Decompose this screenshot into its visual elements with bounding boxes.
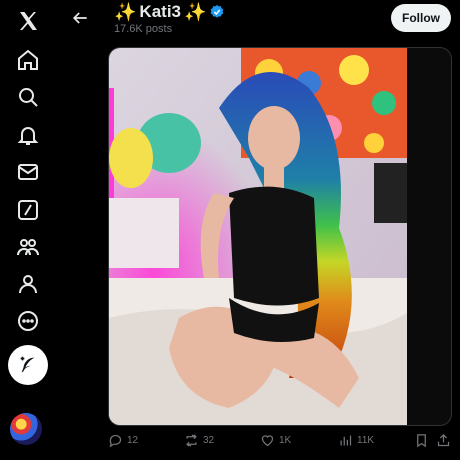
more-icon[interactable]	[8, 301, 48, 341]
reply-button[interactable]: 12	[108, 428, 138, 452]
x-logo-icon[interactable]	[8, 1, 48, 41]
verified-badge-icon	[211, 5, 224, 18]
like-count: 1K	[279, 434, 292, 446]
bookmark-icon	[417, 433, 426, 447]
share-button[interactable]	[436, 428, 451, 452]
views-button[interactable]: 11K	[338, 428, 374, 452]
post-actions: 12 32 1K 11K	[108, 428, 452, 452]
profile-icon[interactable]	[8, 264, 48, 304]
compose-post-icon	[20, 356, 35, 373]
repost-icon	[186, 433, 197, 447]
arrow-left-icon	[72, 12, 87, 24]
sparkle-emoji: ✨	[184, 2, 207, 22]
share-icon	[437, 433, 450, 446]
view-count: 11K	[357, 434, 375, 446]
page-title: Kati3	[139, 2, 181, 21]
like-button[interactable]: 1K	[260, 428, 291, 452]
search-icon[interactable]	[8, 77, 48, 117]
communities-icon[interactable]	[8, 227, 48, 267]
heart-icon	[261, 434, 274, 446]
follow-button[interactable]: Follow	[391, 4, 451, 32]
avatar[interactable]	[10, 413, 42, 445]
media-card[interactable]	[108, 47, 452, 426]
profile-title: ✨ Kati3 ✨	[114, 1, 225, 23]
compose-post-button[interactable]	[8, 345, 48, 385]
side-nav	[0, 0, 56, 460]
repost-button[interactable]: 32	[184, 428, 214, 452]
repost-count: 32	[203, 434, 215, 446]
sparkle-emoji: ✨	[114, 2, 137, 22]
home-icon[interactable]	[8, 40, 48, 80]
grok-icon[interactable]	[8, 190, 48, 230]
bookmark-button[interactable]	[414, 428, 429, 452]
back-button[interactable]	[68, 6, 92, 30]
views-icon	[340, 435, 352, 445]
post-count: 17.6K posts	[114, 23, 173, 35]
messages-icon[interactable]	[8, 152, 48, 192]
reply-count: 12	[127, 434, 139, 446]
post-photo[interactable]	[109, 48, 407, 425]
notifications-icon[interactable]	[8, 115, 48, 155]
reply-icon	[109, 434, 122, 447]
